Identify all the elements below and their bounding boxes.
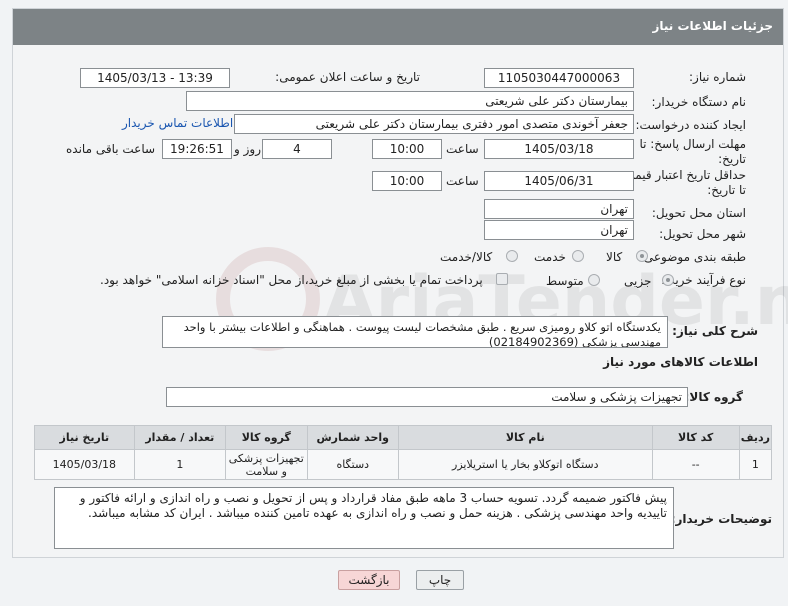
need-number-label: شماره نیاز:	[689, 70, 746, 84]
cell-row-number: 1	[738, 449, 773, 480]
validity-date-field: 1405/06/31	[484, 171, 634, 191]
deadline-date-field: 1405/03/18	[484, 139, 634, 159]
buyer-org-label: نام دستگاه خریدار:	[651, 95, 747, 109]
process-option-medium: متوسط	[546, 274, 584, 288]
col-header-quantity: تعداد / مقدار	[133, 425, 226, 450]
days-label: روز و	[234, 142, 261, 156]
process-radio-medium[interactable]	[588, 274, 600, 286]
city-label: شهر محل تحویل:	[659, 227, 746, 241]
buyer-notes-field: پیش فاکتور ضمیمه گردد. تسویه حساب 3 ماهه…	[54, 487, 674, 549]
cell-unit: دستگاه	[306, 449, 399, 480]
cell-need-date: 1405/03/18	[34, 449, 135, 480]
category-option-service: خدمت	[534, 250, 566, 264]
city-field: تهران	[484, 220, 634, 240]
creator-field: جعفر آخوندی متصدی امور دفتری بیمارستان د…	[234, 114, 634, 134]
goods-table-header-row: ردیف کد کالا نام کالا واحد شمارش گروه کا…	[34, 425, 773, 450]
buyer-org-field: بیمارستان دکتر علی شریعتی	[186, 91, 634, 111]
category-radio-goods[interactable]	[636, 250, 648, 262]
back-button[interactable]: بازگشت	[338, 570, 400, 590]
print-button[interactable]: چاپ	[416, 570, 464, 590]
col-header-group: گروه کالا	[224, 425, 308, 450]
col-header-item-code: کد کالا	[651, 425, 740, 450]
province-label: استان محل تحویل:	[651, 206, 746, 220]
validity-time-label: ساعت	[446, 174, 479, 188]
validity-label: حداقل تاریخ اعتبار قیمت:	[619, 168, 746, 182]
process-option-minor: جزیی	[624, 274, 652, 288]
category-radio-both[interactable]	[506, 250, 518, 262]
remaining-days-field: 4	[262, 139, 332, 159]
creator-label: ایجاد کننده درخواست:	[635, 118, 746, 132]
treasury-payment-checkbox[interactable]	[496, 273, 508, 285]
goods-info-title: اطلاعات کالاهای مورد نیاز	[603, 355, 758, 369]
table-row: 1 -- دستگاه اتوکلاو بخار یا استریلایزر د…	[34, 449, 773, 480]
remaining-label: ساعت باقی مانده	[66, 142, 156, 156]
goods-group-label: گروه کالا:	[684, 390, 743, 404]
col-header-row-number: ردیف	[738, 425, 773, 450]
col-header-need-date: تاریخ نیاز	[34, 425, 135, 450]
validity-label-2: تا تاریخ:	[707, 183, 746, 197]
category-label: طبقه بندی موضوعی:	[639, 250, 746, 264]
province-field: تهران	[484, 199, 634, 219]
description-label: شرح کلی نیاز:	[672, 324, 758, 338]
remaining-time-field: 19:26:51	[162, 139, 232, 159]
goods-table: ردیف کد کالا نام کالا واحد شمارش گروه کا…	[34, 425, 773, 480]
buyer-notes-label: توضیحات خریدار:	[670, 512, 772, 526]
cell-group: تجهیزات پزشکی و سلامت	[224, 449, 308, 480]
category-option-both: کالا/خدمت	[440, 250, 493, 264]
deadline-time-field: 10:00	[372, 139, 442, 159]
deadline-label: مهلت ارسال پاسخ: تا	[639, 137, 746, 151]
category-radio-service[interactable]	[572, 250, 584, 262]
cell-quantity: 1	[133, 449, 226, 480]
treasury-payment-note: پرداخت تمام یا بخشی از مبلغ خرید،از محل …	[100, 273, 483, 287]
panel-title: جزئیات اطلاعات نیاز	[13, 9, 783, 45]
deadline-label-2: تاریخ:	[718, 152, 746, 166]
cell-item-code: --	[651, 449, 740, 480]
announce-date-field: 1405/03/13 - 13:39	[80, 68, 230, 88]
goods-group-field: تجهیزات پزشکی و سلامت	[166, 387, 688, 407]
deadline-time-label: ساعت	[446, 142, 479, 156]
buyer-contact-link[interactable]: اطلاعات تماس خریدار	[122, 116, 233, 130]
category-option-goods: کالا	[606, 250, 623, 264]
description-field: یکدستگاه اتو کلاو رومیزی سریع . طبق مشخص…	[162, 316, 668, 348]
cell-item-name: دستگاه اتوکلاو بخار یا استریلایزر	[397, 449, 653, 480]
validity-time-field: 10:00	[372, 171, 442, 191]
process-radio-minor[interactable]	[662, 274, 674, 286]
col-header-unit: واحد شمارش	[306, 425, 399, 450]
announce-date-label: تاریخ و ساعت اعلان عمومی:	[275, 70, 420, 84]
col-header-item-name: نام کالا	[397, 425, 653, 450]
need-number-field: 1105030447000063	[484, 68, 634, 88]
